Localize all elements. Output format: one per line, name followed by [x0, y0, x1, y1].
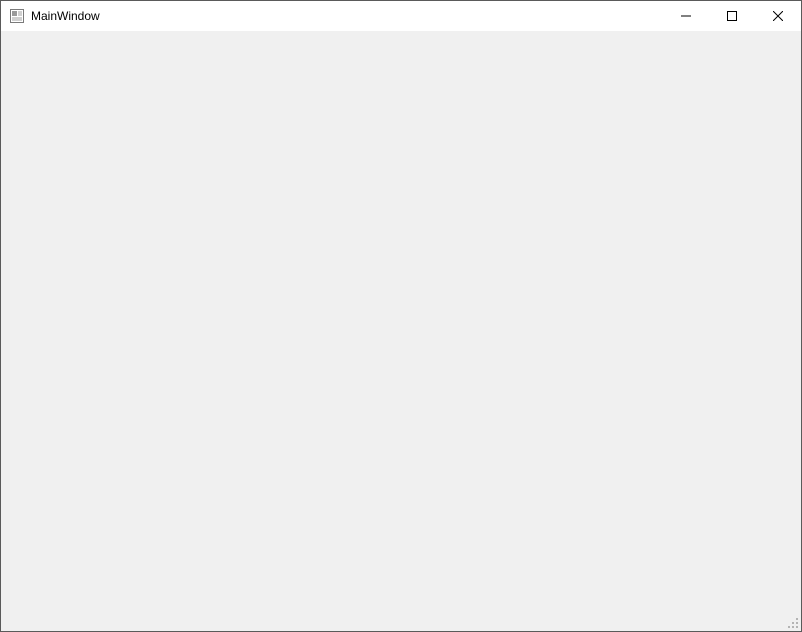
app-icon: [9, 8, 25, 24]
maximize-button[interactable]: [709, 1, 755, 31]
close-icon: [773, 11, 783, 21]
close-button[interactable]: [755, 1, 801, 31]
titlebar[interactable]: MainWindow: [1, 1, 801, 31]
size-grip[interactable]: [785, 615, 799, 629]
client-area: [1, 31, 801, 631]
size-grip-icon: [785, 615, 799, 629]
main-window: MainWindow: [0, 0, 802, 632]
maximize-icon: [727, 11, 737, 21]
window-controls: [663, 1, 801, 31]
minimize-icon: [681, 11, 691, 21]
window-title: MainWindow: [31, 9, 100, 23]
minimize-button[interactable]: [663, 1, 709, 31]
